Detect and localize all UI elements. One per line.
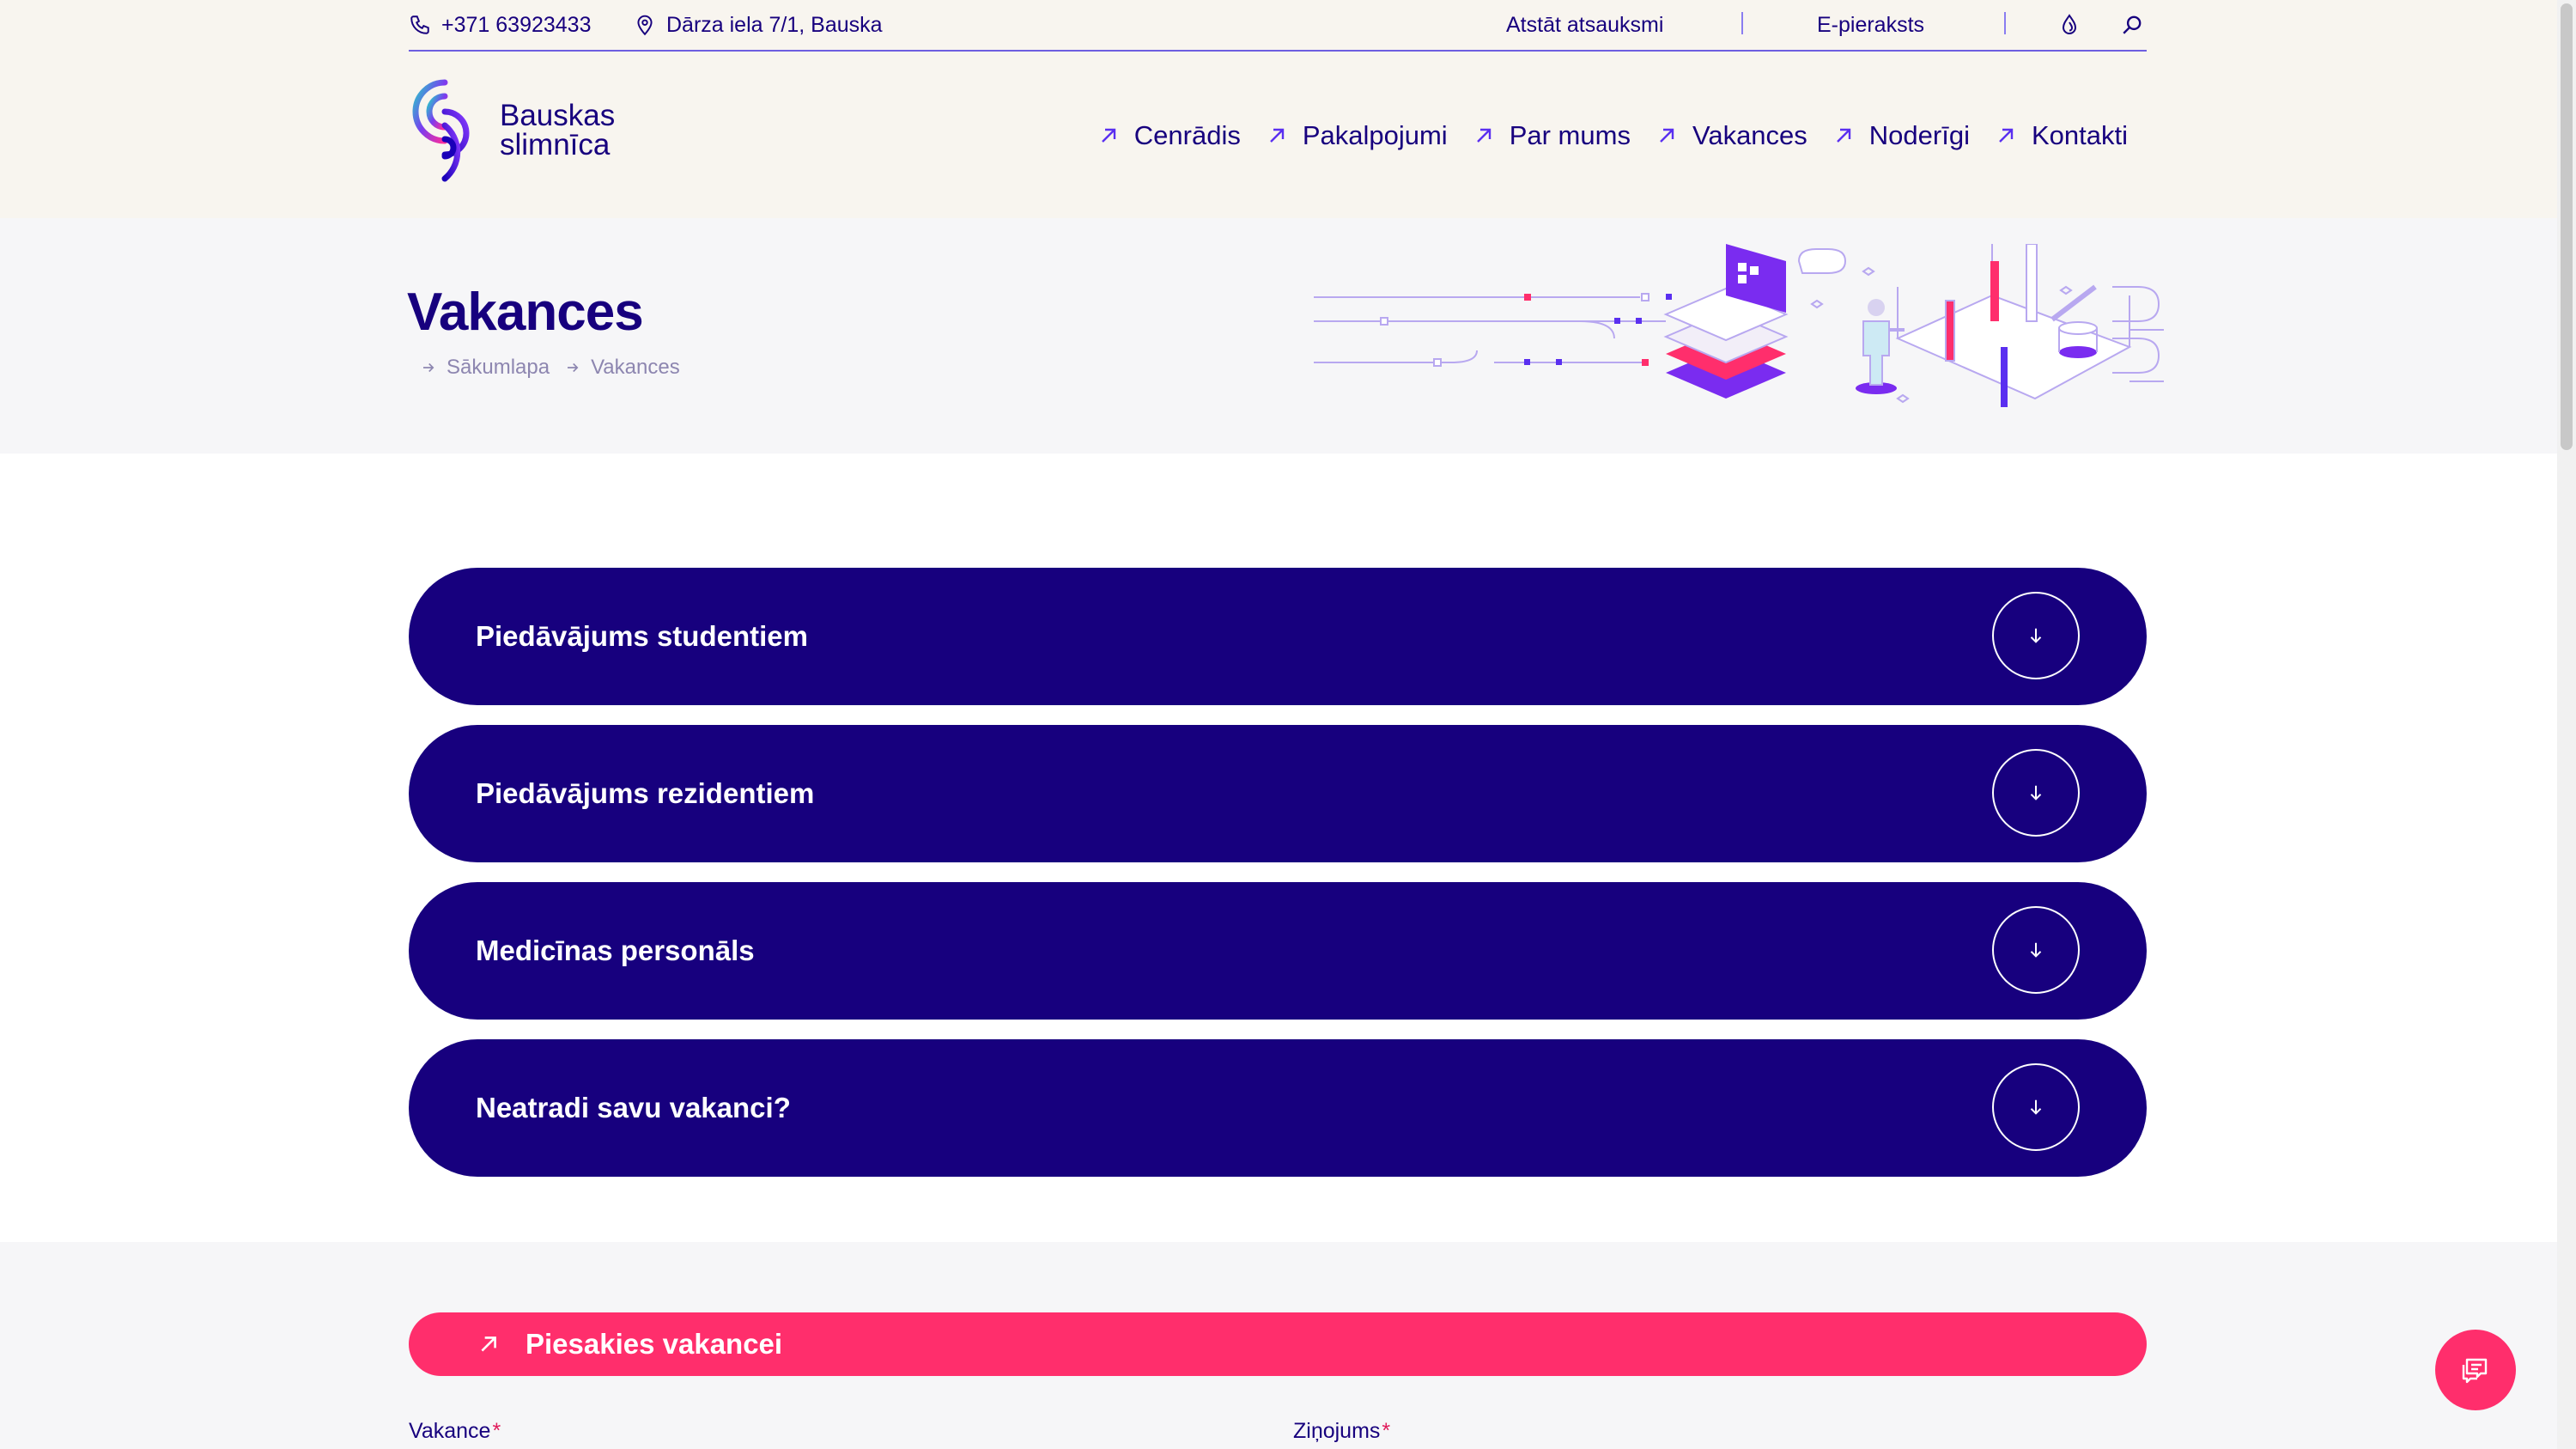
nav-item-kontakti[interactable]: Kontakti [1996, 120, 2128, 151]
page-hero: Vakances Sākumlapa Vakances [0, 218, 2557, 454]
drop-icon [2062, 14, 2077, 34]
nav-item-label: Kontakti [2031, 120, 2128, 150]
nav-item-cenradis[interactable]: Cenrādis [1098, 120, 1241, 151]
chat-bubbles-icon [2462, 1358, 2488, 1384]
location-pin-icon [637, 15, 653, 36]
message-label-text: Ziņojums [1293, 1419, 1381, 1443]
breadcrumb-current: Vakances [565, 356, 680, 380]
main-nav: Cenrādis Pakalpojumi Par mums Vakances N… [1072, 117, 2128, 155]
nav-item-vakances[interactable]: Vakances [1656, 120, 1807, 151]
site-header: +371 63923433 Dārza iela 7/1, Bauska Ats… [0, 0, 2557, 218]
logo-line-2: slimnīca [500, 128, 611, 161]
required-mark: * [492, 1419, 501, 1443]
phone-link[interactable]: +371 63923433 [409, 10, 592, 40]
arrow-down-icon [2030, 628, 2042, 643]
arrow-up-right-icon [1101, 128, 1115, 143]
logo-mark-icon [412, 79, 470, 182]
accordion-toggle[interactable] [1992, 592, 2080, 679]
accordion-toggle[interactable] [1992, 749, 2080, 837]
scrollbar-thumb[interactable] [2561, 3, 2573, 450]
arrow-up-right-icon [1836, 128, 1850, 143]
arrow-up-right-icon [1999, 128, 2014, 143]
phone-number: +371 63923433 [441, 12, 592, 37]
hero-illustration [1314, 244, 2164, 407]
topbar-divider [1741, 12, 1743, 34]
required-mark: * [1382, 1419, 1391, 1443]
topbar-divider [2004, 12, 2006, 34]
vacancy-field-label: Vakance* [409, 1419, 501, 1444]
page-scrollbar[interactable] [2557, 0, 2576, 1449]
arrow-up-right-icon [481, 1336, 496, 1352]
phone-icon [410, 15, 429, 34]
chat-button[interactable] [2435, 1330, 2516, 1410]
arrow-down-icon [2030, 942, 2042, 958]
nav-item-noderigi[interactable]: Noderīgi [1833, 120, 1970, 151]
accordion-toggle[interactable] [1992, 1063, 2080, 1151]
accordion-item-students[interactable]: Piedāvājums studentiem [409, 568, 2147, 705]
accordion-label: Medicīnas personāls [476, 935, 755, 966]
e-booking-link[interactable]: E-pieraksts [1817, 10, 1924, 40]
site-logo[interactable]: Bauskas slimnīca [407, 77, 639, 184]
accordion-item-residents[interactable]: Piedāvājums rezidentiem [409, 725, 2147, 862]
breadcrumb-label: Sākumlapa [447, 356, 550, 379]
accordion-item-medical-staff[interactable]: Medicīnas personāls [409, 882, 2147, 1020]
logo-line-1: Bauskas [500, 99, 616, 132]
vacancy-label-text: Vakance [409, 1419, 491, 1443]
top-bar: +371 63923433 Dārza iela 7/1, Bauska Ats… [409, 0, 2147, 52]
page-title: Vakances [407, 283, 644, 342]
nav-item-label: Cenrādis [1133, 120, 1241, 150]
message-field-label: Ziņojums* [1293, 1419, 1390, 1444]
arrow-up-right-icon [1269, 128, 1285, 143]
accordion-label: Neatradi savu vakanci? [476, 1092, 791, 1123]
breadcrumb-label: Vakances [591, 356, 680, 379]
arrow-up-right-icon [1476, 128, 1491, 143]
logo-wordmark: Bauskas slimnīca [500, 99, 616, 161]
address-link[interactable]: Dārza iela 7/1, Bauska [634, 10, 883, 40]
nav-item-label: Pakalpojumi [1302, 120, 1448, 150]
arrow-right-icon [423, 362, 434, 373]
accordion-item-other[interactable]: Neatradi savu vakanci? [409, 1039, 2147, 1177]
apply-banner-label: Piesakies vakancei [526, 1328, 783, 1360]
address-text: Dārza iela 7/1, Bauska [666, 12, 883, 37]
breadcrumb: Sākumlapa Vakances [421, 356, 696, 380]
accordion-label: Piedāvājums rezidentiem [476, 777, 815, 809]
arrow-down-icon [2030, 1099, 2042, 1115]
nav-item-par-mums[interactable]: Par mums [1473, 120, 1631, 151]
feedback-link[interactable]: Atstāt atsauksmi [1506, 10, 1663, 40]
search-button[interactable] [2121, 10, 2154, 40]
nav-item-label: Par mums [1509, 120, 1631, 150]
search-icon [2123, 15, 2142, 34]
nav-item-pakalpojumi[interactable]: Pakalpojumi [1267, 120, 1448, 151]
nav-item-label: Vakances [1692, 120, 1807, 150]
arrow-up-right-icon [1660, 128, 1674, 143]
arrow-right-icon [568, 362, 579, 373]
accordion-label: Piedāvājums studentiem [476, 620, 808, 652]
arrow-down-icon [2030, 785, 2042, 801]
accessibility-button[interactable] [2059, 10, 2090, 40]
breadcrumb-home[interactable]: Sākumlapa [421, 356, 550, 380]
nav-item-label: Noderīgi [1868, 120, 1970, 150]
apply-banner[interactable]: Piesakies vakancei [409, 1312, 2147, 1376]
accordion-toggle[interactable] [1992, 906, 2080, 994]
application-form-section: Piesakies vakancei Vakance* Ziņojums* [0, 1242, 2557, 1449]
